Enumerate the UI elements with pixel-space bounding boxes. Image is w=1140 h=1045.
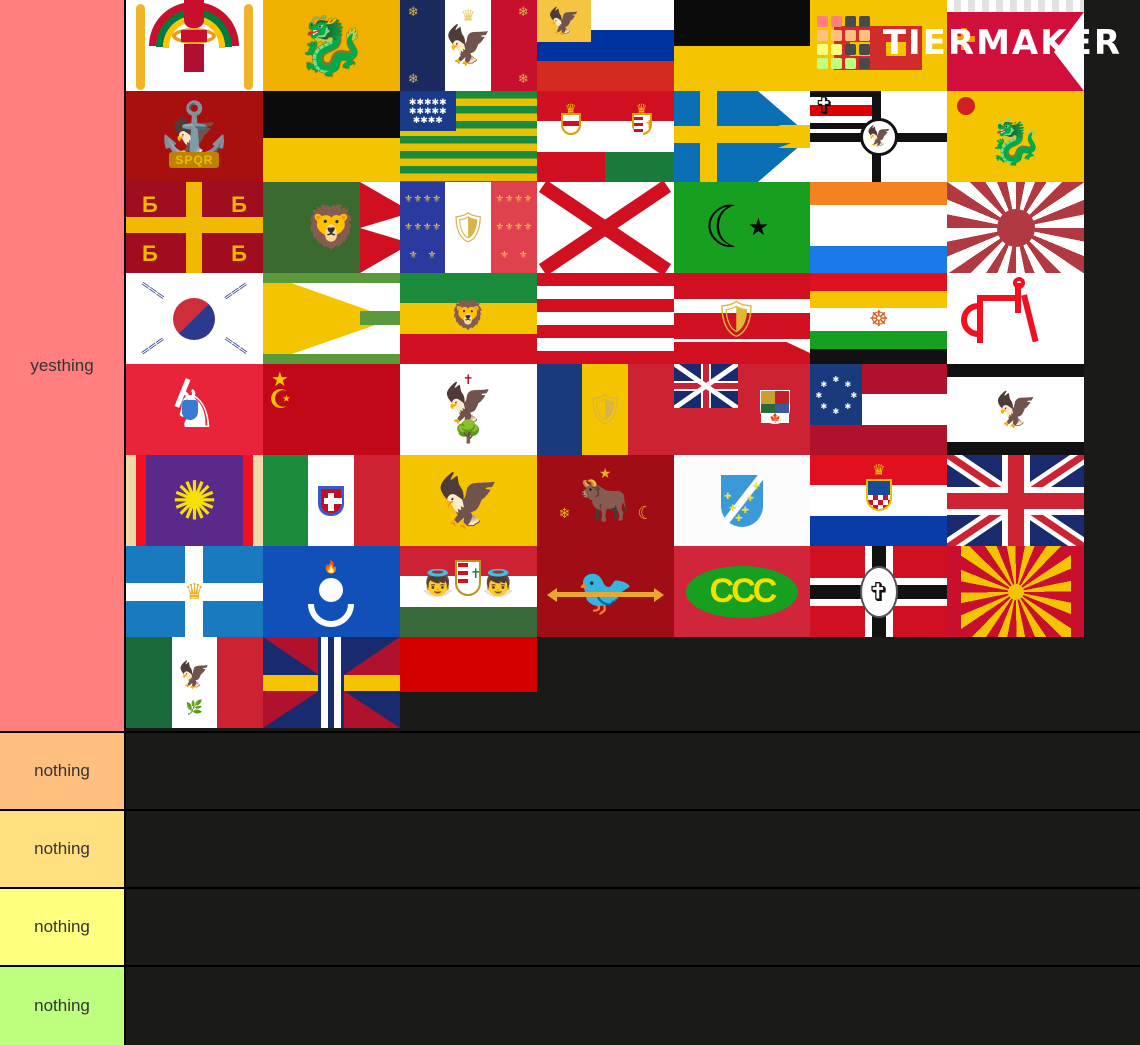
habsburg-monarchy-flag[interactable] — [673, 0, 811, 91]
kingdom-of-greece-flag[interactable]: ♛ — [126, 546, 263, 637]
byzantine-empire-flag[interactable]: Б Б Б Б — [126, 182, 263, 273]
tier-dropzone-amber[interactable] — [126, 811, 1140, 887]
tier-label-yesthing[interactable]: yesthing — [0, 0, 126, 731]
sassanid-derafsh-flag[interactable]: ✺ — [126, 455, 263, 546]
vergina-sun-flag[interactable] — [947, 546, 1085, 637]
kingdom-of-wales-flag[interactable]: 🐉 — [262, 0, 400, 91]
tiermaker-logo: TIERMAKER — [816, 16, 1122, 69]
ccc-green-ellipse-flag[interactable]: CCC — [673, 546, 811, 637]
free-state-orange-flag[interactable] — [810, 182, 948, 273]
tier-label-orange[interactable]: nothing — [0, 733, 126, 809]
tier-dropzone-orange[interactable] — [126, 733, 1140, 809]
flag-grid: 🐉 🦅 ♛ ❄ ❄ ❄ ❄ 🦅 ✚ 🦅 ⚓ SPQR ✱✱✱✱✱ ✱✱✱✱✱ ✱… — [126, 0, 1140, 728]
tier-dropzone-yesthing[interactable]: 🐉 🦅 ♛ ❄ ❄ ❄ ❄ 🦅 ✚ 🦅 ⚓ SPQR ✱✱✱✱✱ ✱✱✱✱✱ ✱… — [126, 0, 1140, 731]
tier-label-green[interactable]: nothing — [0, 967, 126, 1045]
ottoman-green-flag[interactable]: ☾ ★ — [673, 182, 811, 273]
india-swastika-flag[interactable]: ☸ — [810, 273, 948, 364]
bosnia-herzegovina-flag[interactable]: ✚ ✚ ✚ ✚ ✚ ✚ — [673, 455, 811, 546]
hejaz-kingdom-flag[interactable] — [262, 273, 400, 364]
confederate-states-flag[interactable]: ✱ ✱ ✱ ✱ ✱ ✱ ✱ ✱ — [810, 364, 948, 455]
serbian-eagle-flag[interactable]: 🦅 ✝ 🌳 — [399, 364, 537, 455]
bourbon-restoration-flag[interactable]: ⚜ ⚜ ⚜ ⚜ ⚜ ⚜ ⚜ ⚜ ⚜ ⚜ ⚜ ⚜ ⚜ ⚜ ⚜ ⚜ ⚜ ⚜ ⚜ ⚜ 🛡 — [399, 182, 537, 273]
qajar-persia-flag[interactable]: 🦁 — [262, 182, 400, 273]
roman-empire-spqr-flag[interactable]: 🦅 ⚓ SPQR — [126, 91, 263, 182]
russian-empire-flag[interactable]: 🦅 — [536, 0, 674, 91]
ethiopian-empire-flag[interactable]: 🦁 — [399, 273, 537, 364]
tier-dropzone-yellow[interactable] — [126, 889, 1140, 965]
cross-of-burgundy-flag[interactable] — [536, 182, 674, 273]
kalmar-union-flag[interactable] — [947, 273, 1085, 364]
first-french-empire-flag[interactable]: 🦅 ♛ ❄ ❄ ❄ ❄ — [399, 0, 537, 91]
spqr-label: SPQR — [169, 152, 220, 168]
tiermaker-logo-text: TIERMAKER — [882, 22, 1122, 63]
tier-label-yellow[interactable]: nothing — [0, 889, 126, 965]
nazi-war-ensign-flag[interactable]: ✞ — [810, 546, 948, 637]
sweden-norway-flag[interactable] — [673, 91, 811, 182]
achaemenid-empire-flag[interactable]: 🐦 — [536, 546, 674, 637]
tier-row-nothing-orange[interactable]: nothing — [0, 733, 1140, 811]
korean-empire-flag[interactable]: ═══ ═══ ═══ ═══ — [126, 273, 263, 364]
tier-row-yesthing[interactable]: yesthing 🐉 🦅 ♛ ❄ ❄ ❄ ❄ 🦅 ✚ 🦅 ⚓ SPQR ✱✱✱✱… — [0, 0, 1140, 733]
green-mountain-boys-flag[interactable]: ✱✱✱✱✱ ✱✱✱✱✱ ✱✱✱✱ — [399, 91, 537, 182]
german-confederation-flag[interactable] — [262, 91, 400, 182]
united-kingdom-flag[interactable] — [947, 455, 1085, 546]
canadian-red-ensign[interactable]: 🍁 — [673, 364, 811, 455]
tier-label-amber[interactable]: nothing — [0, 811, 126, 887]
austrian-imperial-flag[interactable] — [536, 273, 674, 364]
papal-states-flag[interactable] — [126, 0, 263, 91]
mongolia-soyombo-flag[interactable]: 🔥 — [262, 546, 400, 637]
hungary-angels-flag[interactable]: ✝ 👼 👼 — [399, 546, 537, 637]
tier-row-nothing-green[interactable]: nothing — [0, 967, 1140, 1045]
austrian-imperial-flag[interactable]: 🛡 — [673, 273, 811, 364]
tier-list-board: TIERMAKER yesthing 🐉 🦅 ♛ ❄ ❄ ❄ ❄ 🦅 ✚ 🦅 ⚓… — [0, 0, 1140, 1045]
kingdom-of-italy-flag[interactable] — [262, 455, 400, 546]
german-empire-war-ensign[interactable]: ✞ 🦅 — [810, 91, 948, 182]
qing-dynasty-flag[interactable]: 🐉 — [947, 91, 1085, 182]
rising-sun-flag[interactable] — [947, 182, 1085, 273]
mexican-empire-flag[interactable]: 🦅 🌿 — [126, 637, 263, 728]
prussia-flag[interactable]: 🦅 — [947, 364, 1085, 455]
tier-row-nothing-amber[interactable]: nothing — [0, 811, 1140, 889]
tiermaker-logo-grid-icon — [816, 16, 870, 69]
norway-union-mark-flag[interactable] — [262, 637, 400, 728]
tier-row-nothing-yellow[interactable]: nothing — [0, 889, 1140, 967]
romanian-kingdom-flag[interactable]: 🛡 — [536, 364, 674, 455]
ccc-label: CCC — [709, 572, 778, 610]
tier-dropzone-green[interactable] — [126, 967, 1140, 1045]
austria-hungary-flag[interactable]: ♛ ♛ ✝ — [536, 91, 674, 182]
holy-roman-empire-flag[interactable]: 🦅 — [399, 455, 537, 546]
plain-red-flag[interactable] — [399, 637, 537, 728]
croatia-kingdom-flag[interactable]: ♛ — [810, 455, 948, 546]
lithuania-vytis-flag[interactable]: ♞ — [126, 364, 263, 455]
moldavia-aurochs-flag[interactable]: 🐂 ★ ☾ ❄ — [536, 455, 674, 546]
soviet-union-flag[interactable]: ★ ☪ — [262, 364, 400, 455]
